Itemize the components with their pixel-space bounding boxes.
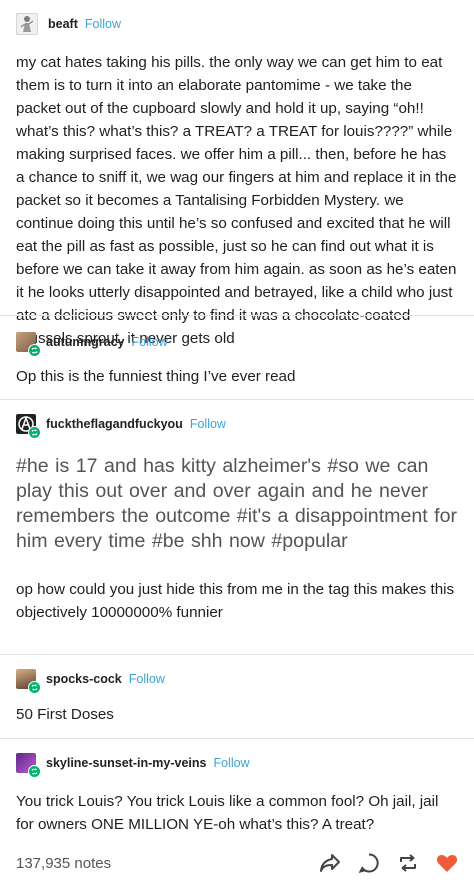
post-header: beaft Follow <box>16 11 458 37</box>
avatar[interactable] <box>16 332 41 357</box>
post-footer: 137,935 notes <box>0 846 474 880</box>
follow-button[interactable]: Follow <box>129 672 165 686</box>
reblog-badge-icon <box>28 765 41 778</box>
reply-icon[interactable] <box>358 852 380 874</box>
avatar[interactable] <box>16 13 38 35</box>
reblog-post: fucktheflagandfuckyou Follow #he is 17 a… <box>0 411 474 624</box>
tumblr-post-thread: beaft Follow my cat hates taking his pil… <box>0 0 474 885</box>
reblog-post: autumngracy Follow Op this is the funnie… <box>0 329 474 388</box>
divider <box>0 399 474 400</box>
post-header: fucktheflagandfuckyou Follow <box>16 411 458 439</box>
avatar[interactable] <box>16 753 41 778</box>
follow-button[interactable]: Follow <box>85 17 121 31</box>
post-body: 50 First Doses <box>16 706 114 723</box>
reblog-post: skyline-sunset-in-my-veins Follow You tr… <box>0 750 474 836</box>
divider <box>0 738 474 739</box>
post-header: skyline-sunset-in-my-veins Follow <box>16 750 458 778</box>
reblog-badge-icon <box>28 344 41 357</box>
original-post: beaft Follow my cat hates taking his pil… <box>0 11 474 350</box>
notes-count[interactable]: 137,935 notes <box>16 855 302 872</box>
post-tags[interactable]: #he is 17 and has kitty alzheimer's #so … <box>16 454 458 554</box>
share-icon[interactable] <box>319 852 341 874</box>
cat-figure-icon <box>20 16 34 32</box>
avatar[interactable] <box>16 414 41 439</box>
reblog-post: spocks-cock Follow 50 First Doses <box>0 666 474 726</box>
reblog-badge-icon <box>28 426 41 439</box>
username[interactable]: spocks-cock <box>46 672 122 686</box>
follow-button[interactable]: Follow <box>132 335 168 349</box>
post-header: autumngracy Follow <box>16 329 458 357</box>
reblog-icon[interactable] <box>397 852 419 874</box>
follow-button[interactable]: Follow <box>190 417 226 431</box>
username[interactable]: beaft <box>48 17 78 31</box>
post-body: You trick Louis? You trick Louis like a … <box>16 793 439 833</box>
post-body: op how could you just hide this from me … <box>16 581 455 621</box>
divider <box>0 654 474 655</box>
like-icon[interactable] <box>436 852 458 874</box>
avatar[interactable] <box>16 669 41 694</box>
reblog-badge-icon <box>28 681 41 694</box>
username[interactable]: autumngracy <box>46 335 125 349</box>
follow-button[interactable]: Follow <box>213 756 249 770</box>
post-body: Op this is the funniest thing I’ve ever … <box>16 368 296 385</box>
username[interactable]: fucktheflagandfuckyou <box>46 417 183 431</box>
divider <box>0 315 474 316</box>
post-header: spocks-cock Follow <box>16 666 458 694</box>
username[interactable]: skyline-sunset-in-my-veins <box>46 756 206 770</box>
post-body: my cat hates taking his pills. the only … <box>16 54 457 347</box>
